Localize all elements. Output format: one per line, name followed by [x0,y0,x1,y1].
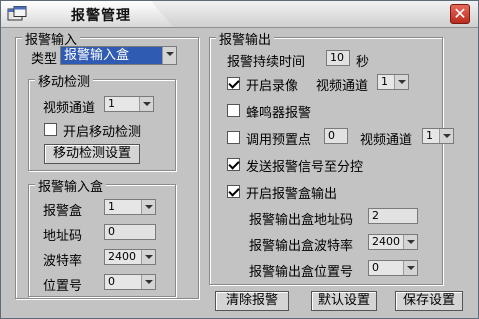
out-baud-value: 2400 [372,235,400,248]
motion-channel-label: 视频通道 [43,101,96,116]
motion-enable-label: 开启移动检测 [63,125,142,140]
box-label: 报警盒 [43,204,83,219]
send-signal-checkbox[interactable] [227,158,240,171]
chevron-down-icon[interactable] [141,250,155,264]
chevron-down-icon[interactable] [394,75,408,89]
window-title: 报警管理 [71,8,131,24]
chevron-down-icon[interactable] [403,235,417,249]
out-baud-label: 报警输出盒波特率 [249,239,354,254]
close-button[interactable]: ✕ [450,4,470,24]
record-channel-select[interactable]: 1 [377,74,409,90]
position-select[interactable]: 0 [104,274,156,290]
box-select[interactable]: 1 [104,199,156,215]
preset-field[interactable]: 0 [324,128,348,144]
chevron-down-icon[interactable] [403,261,417,275]
type-select-value: 报警输入盒 [64,48,130,63]
chevron-down-icon[interactable] [141,200,155,214]
chevron-down-icon[interactable] [162,47,176,64]
alarm-output-legend: 报警输出 [216,29,275,48]
preset-channel-label: 视频通道 [360,133,413,148]
out-position-select[interactable]: 0 [368,260,418,276]
box-output-checkbox[interactable] [227,185,240,198]
record-checkbox[interactable] [227,77,240,90]
motion-channel-value: 1 [108,97,115,110]
motion-channel-select[interactable]: 1 [104,96,154,112]
motion-settings-button[interactable]: 移动检测设置 [44,144,140,164]
motion-detection-legend: 移动检测 [35,71,94,90]
duration-label: 报警持续时间 [227,55,306,70]
position-label: 位置号 [43,279,83,294]
record-channel-value: 1 [381,75,388,88]
default-settings-button[interactable]: 默认设置 [311,291,377,311]
duration-field[interactable]: 10 [326,50,350,66]
chevron-down-icon[interactable] [139,97,153,111]
baud-label: 波特率 [43,254,83,269]
preset-label: 调用预置点 [246,133,312,148]
chevron-down-icon[interactable] [141,275,155,289]
clear-alarm-button[interactable]: 清除报警 [215,291,289,311]
preset-channel-value: 1 [426,129,433,142]
duration-unit: 秒 [356,55,370,70]
title-bar: 报警管理 ✕ [1,1,478,28]
baud-select[interactable]: 2400 [104,249,156,265]
position-value: 0 [108,275,115,288]
send-signal-label: 发送报警信号至分控 [246,160,364,175]
buzzer-label: 蜂鸣器报警 [246,106,312,121]
out-address-field[interactable]: 2 [368,208,418,224]
alarm-input-box-legend: 报警输入盒 [35,176,107,195]
alarm-management-window: 报警管理 ✕ 报警输入 类型 报警输入盒 移动检测 视频通道 1 开启移动检测 … [0,0,479,319]
preset-channel-select[interactable]: 1 [422,128,454,144]
preset-checkbox[interactable] [227,131,240,144]
record-channel-label: 视频通道 [316,79,369,94]
baud-value: 2400 [108,250,136,263]
record-label: 开启录像 [246,79,299,94]
out-position-value: 0 [372,261,379,274]
motion-enable-checkbox[interactable] [44,123,57,136]
out-address-label: 报警输出盒地址码 [249,213,354,228]
box-value: 1 [108,200,115,213]
save-settings-button[interactable]: 保存设置 [395,291,463,311]
type-label: 类型 [31,52,58,67]
chevron-down-icon[interactable] [439,129,453,143]
out-position-label: 报警输出盒位置号 [249,265,354,280]
close-icon: ✕ [453,4,467,23]
address-label: 地址码 [43,229,83,244]
box-output-label: 开启报警盒输出 [246,187,338,202]
type-select[interactable]: 报警输入盒 [60,46,177,65]
address-field[interactable]: 0 [104,224,156,240]
app-window-icon [7,6,27,21]
buzzer-checkbox[interactable] [227,104,240,117]
out-baud-select[interactable]: 2400 [368,234,418,250]
